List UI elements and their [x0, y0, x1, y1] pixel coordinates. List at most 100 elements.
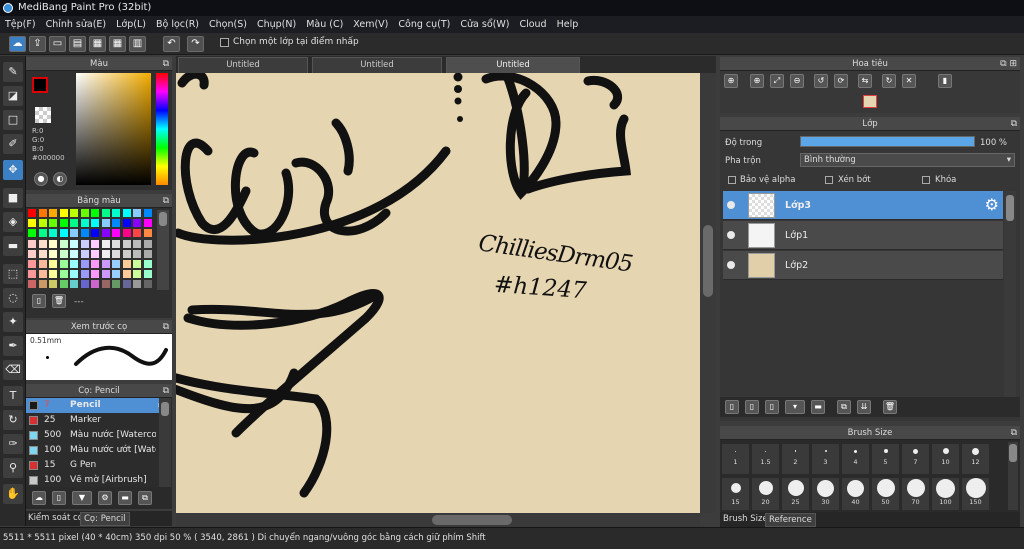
color-swatch[interactable] — [101, 270, 110, 279]
canvas-hscroll[interactable] — [176, 513, 700, 527]
transparent-swatch[interactable] — [35, 107, 51, 123]
color-swatch[interactable] — [122, 260, 131, 268]
color-swatch[interactable] — [28, 260, 36, 268]
color-swatch[interactable] — [101, 219, 110, 228]
brush-size-option[interactable]: 40 — [842, 478, 869, 510]
color-swatch[interactable] — [49, 280, 57, 289]
detach-icon[interactable]: ⧉ — [1011, 117, 1017, 131]
color-swatch[interactable] — [59, 239, 68, 248]
color-swatch[interactable] — [59, 219, 68, 228]
color-swatch[interactable] — [28, 229, 36, 238]
folder-icon[interactable]: ▬ — [811, 400, 825, 414]
tab-brush-size[interactable]: Brush Size — [723, 514, 768, 524]
text-tool-icon[interactable]: T — [3, 386, 23, 406]
color-swatch[interactable] — [112, 239, 120, 248]
rect-tool-icon[interactable]: □ — [3, 110, 23, 130]
color-swatch[interactable] — [91, 249, 99, 258]
menu-item[interactable]: Cloud — [514, 16, 551, 33]
eyedropper-icon[interactable]: ⚲ — [3, 458, 23, 478]
color-swatch[interactable] — [38, 219, 47, 228]
upload-icon[interactable]: ⇪ — [29, 36, 46, 52]
eye-icon[interactable] — [727, 261, 735, 269]
navigator-thumbnail[interactable] — [863, 95, 877, 108]
palette-settings-icon[interactable]: ◐ — [53, 172, 67, 186]
brush-size-option[interactable]: 12 — [962, 444, 989, 474]
color-swatch[interactable] — [143, 249, 152, 258]
color-picker-square[interactable] — [76, 73, 151, 185]
palette-scrollbar[interactable] — [157, 210, 169, 290]
brush-item[interactable]: 25 Marker — [26, 413, 169, 428]
color-swatch[interactable] — [91, 270, 99, 279]
color-swatch[interactable] — [133, 229, 141, 238]
select-pen-icon[interactable]: ✒ — [3, 336, 23, 356]
gear-icon[interactable]: ⚙ — [985, 195, 999, 214]
detach-icon[interactable]: ⧉ ⊞ — [1000, 57, 1017, 71]
color-swatch[interactable] — [122, 219, 131, 228]
color-swatch[interactable] — [49, 249, 57, 258]
menu-item[interactable]: Công cụ(T) — [393, 16, 455, 33]
color-swatch[interactable] — [38, 249, 47, 258]
select-ref-checkbox[interactable] — [220, 38, 229, 47]
brush-size-scrollbar[interactable] — [1008, 442, 1018, 510]
merge-layer-icon[interactable]: ⇊ — [857, 400, 871, 414]
copy-layer-icon[interactable]: ⧉ — [837, 400, 851, 414]
rotate-right-icon[interactable]: ↻ — [882, 74, 896, 88]
doc-tab[interactable]: Untitled — [178, 57, 308, 73]
tab-brush-control[interactable]: Kiểm soát cọ — [28, 513, 83, 523]
drawing-canvas[interactable]: ChilliesDrm05 #h1247 — [176, 73, 700, 513]
color-swatch[interactable] — [133, 249, 141, 258]
color-swatch[interactable] — [70, 280, 78, 289]
color-swatch[interactable] — [59, 280, 68, 289]
color-swatch[interactable] — [59, 260, 68, 268]
layer-row[interactable]: Lớp2 — [723, 251, 1003, 280]
menu-item[interactable]: Xem(V) — [348, 16, 393, 33]
menu-item[interactable]: Help — [552, 16, 584, 33]
color-swatch[interactable] — [49, 229, 57, 238]
fit-icon[interactable]: ⤢ — [770, 74, 784, 88]
color-swatch[interactable] — [70, 219, 78, 228]
grid-icon[interactable]: ▦ — [109, 36, 126, 52]
tab-brush[interactable]: Cọ: Pencil — [80, 512, 130, 526]
menu-item[interactable]: Chỉnh sửa(E) — [41, 16, 112, 33]
eye-icon[interactable] — [727, 201, 735, 209]
color-swatch[interactable] — [70, 209, 78, 217]
brush-size-option[interactable]: 30 — [812, 478, 839, 510]
color-swatch[interactable] — [133, 219, 141, 228]
color-swatch[interactable] — [59, 209, 68, 217]
color-swatch[interactable] — [70, 270, 78, 279]
brush-size-option[interactable]: 70 — [902, 478, 929, 510]
color-swatch[interactable] — [101, 249, 110, 258]
color-swatch[interactable] — [112, 219, 120, 228]
brush-size-option[interactable]: 5 — [872, 444, 899, 474]
color-swatch[interactable] — [91, 229, 99, 238]
menu-item[interactable]: Chọn(S) — [204, 16, 252, 33]
zoom-in2-icon[interactable]: ⊕ — [750, 74, 764, 88]
bucket-tool-icon[interactable]: ◈ — [3, 212, 23, 232]
blend-select[interactable]: Bình thường ▾ — [800, 153, 1015, 167]
color-swatch[interactable] — [112, 249, 120, 258]
canvas-vscroll[interactable] — [700, 73, 716, 513]
menu-item[interactable]: Lớp(L) — [111, 16, 151, 33]
color-swatch[interactable] — [143, 260, 152, 268]
color-swatch[interactable] — [28, 209, 36, 217]
detach-icon[interactable]: ⧉ — [163, 320, 169, 334]
palette-icon[interactable]: ● — [34, 172, 48, 186]
color-swatch[interactable] — [80, 270, 89, 279]
brush-size-option[interactable]: 7 — [902, 444, 929, 474]
brush-size-option[interactable]: 25 — [782, 478, 809, 510]
add-layer-menu-icon[interactable]: ▾ — [785, 400, 805, 414]
new-8bit-layer-icon[interactable]: ▯ — [765, 400, 779, 414]
color-swatch[interactable] — [91, 219, 99, 228]
reset-view-icon[interactable]: ✕ — [902, 74, 916, 88]
color-swatch[interactable] — [49, 260, 57, 268]
color-swatch[interactable] — [133, 270, 141, 279]
brush-size-option[interactable]: 3 — [812, 444, 839, 474]
select-rect-icon[interactable]: ⬚ — [3, 264, 23, 284]
color-swatch[interactable] — [28, 219, 36, 228]
flip-icon[interactable]: ⇆ — [858, 74, 872, 88]
color-swatch[interactable] — [38, 239, 47, 248]
brush-folder-icon[interactable]: ▬ — [118, 491, 132, 505]
color-swatch[interactable] — [133, 280, 141, 289]
color-swatch[interactable] — [49, 219, 57, 228]
color-swatch[interactable] — [101, 229, 110, 238]
